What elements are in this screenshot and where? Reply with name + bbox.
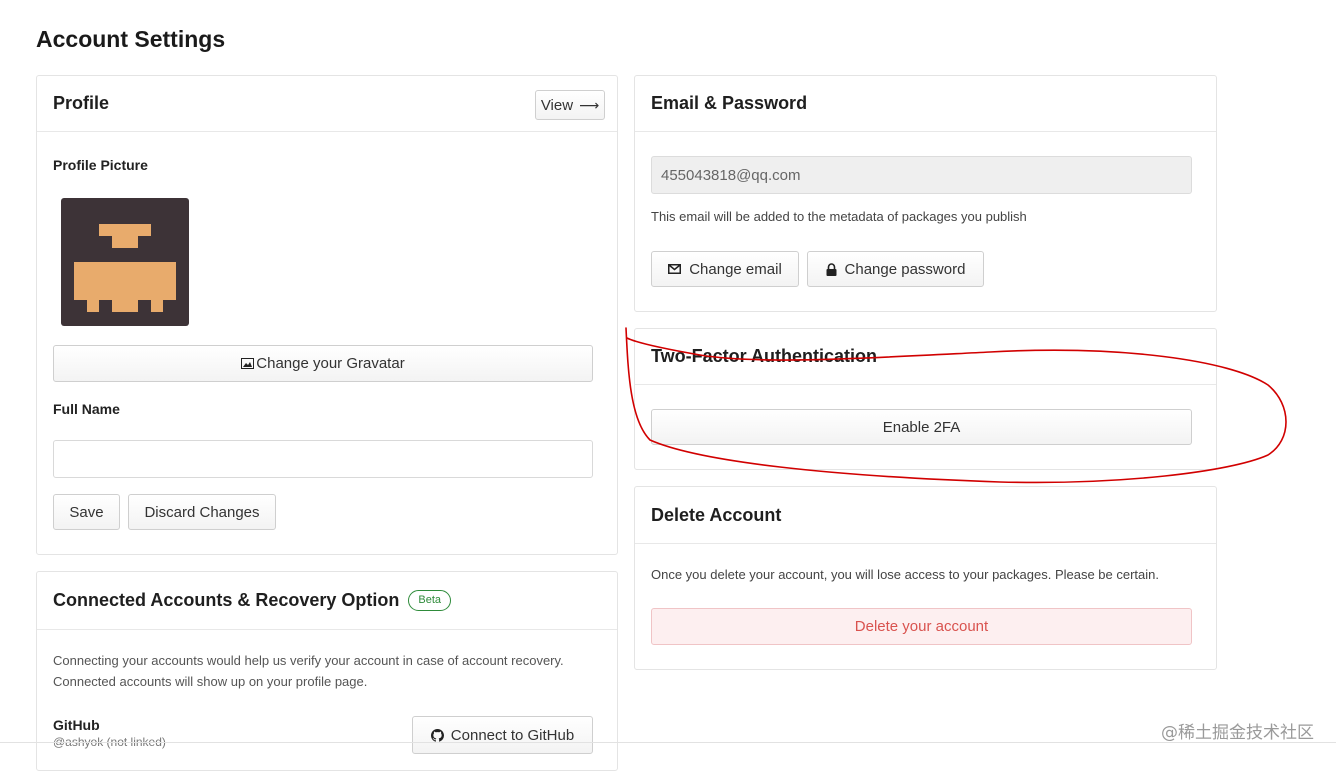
profile-card-header: Profile View ⟶ xyxy=(37,76,617,132)
connected-description-line1: Connecting your accounts would help us v… xyxy=(53,653,564,668)
connected-accounts-header: Connected Accounts & Recovery Option Bet… xyxy=(37,572,617,630)
discard-changes-label: Discard Changes xyxy=(144,503,260,521)
image-icon xyxy=(241,358,255,369)
connected-accounts-description: Connecting your accounts would help us v… xyxy=(53,650,564,692)
full-name-input[interactable] xyxy=(53,440,593,478)
profile-card: Profile View ⟶ Profile Picture Change yo… xyxy=(36,75,618,555)
profile-picture-label: Profile Picture xyxy=(53,157,148,173)
github-icon xyxy=(430,728,444,742)
discard-changes-button[interactable]: Discard Changes xyxy=(128,494,276,530)
arrow-right-icon: ⟶ xyxy=(579,96,600,113)
delete-account-label: Delete your account xyxy=(854,618,989,635)
profile-title: Profile xyxy=(53,93,110,113)
connected-accounts-title: Connected Accounts & Recovery Option xyxy=(53,590,400,610)
watermark-text: @稀土掘金技术社区 xyxy=(1161,723,1314,743)
delete-account-button[interactable]: Delete your account xyxy=(651,608,1192,645)
change-gravatar-button[interactable]: Change your Gravatar xyxy=(53,345,593,382)
view-profile-button[interactable]: View ⟶ xyxy=(535,90,605,120)
github-label: GitHub xyxy=(53,717,100,733)
change-email-button[interactable]: Change email xyxy=(651,251,799,287)
change-password-label: Change password xyxy=(844,260,966,278)
email-password-header: Email & Password xyxy=(635,76,1216,132)
connected-accounts-card: Connected Accounts & Recovery Option Bet… xyxy=(36,571,618,771)
two-factor-card: Two-Factor Authentication Enable 2FA xyxy=(634,328,1217,470)
delete-account-card: Delete Account Once you delete your acco… xyxy=(634,486,1217,670)
save-label: Save xyxy=(69,503,104,521)
beta-badge: Beta xyxy=(408,590,452,611)
delete-account-title: Delete Account xyxy=(651,504,782,525)
page-title: Account Settings xyxy=(36,26,226,52)
email-password-title: Email & Password xyxy=(651,93,808,113)
email-note: This email will be added to the metadata… xyxy=(651,209,1027,224)
enable-2fa-button[interactable]: Enable 2FA xyxy=(651,409,1192,445)
lock-icon xyxy=(826,262,837,276)
view-label: View xyxy=(540,96,574,114)
email-field[interactable] xyxy=(651,156,1192,194)
bottom-divider xyxy=(0,742,1336,743)
connected-description-line2: Connected accounts will show up on your … xyxy=(53,674,368,689)
save-button[interactable]: Save xyxy=(53,494,120,530)
delete-account-header: Delete Account xyxy=(635,487,1216,544)
change-password-button[interactable]: Change password xyxy=(807,251,984,287)
avatar xyxy=(61,198,189,326)
change-email-label: Change email xyxy=(689,260,782,278)
connect-github-button[interactable]: Connect to GitHub xyxy=(412,716,593,754)
connect-github-label: Connect to GitHub xyxy=(450,726,575,744)
enable-2fa-label: Enable 2FA xyxy=(882,418,961,436)
two-factor-header: Two-Factor Authentication xyxy=(635,329,1216,385)
delete-account-warning: Once you delete your account, you will l… xyxy=(651,567,1160,582)
email-password-card: Email & Password This email will be adde… xyxy=(634,75,1217,312)
envelope-icon xyxy=(668,264,682,274)
two-factor-title: Two-Factor Authentication xyxy=(651,346,877,366)
change-gravatar-label: Change your Gravatar xyxy=(256,355,405,372)
full-name-label: Full Name xyxy=(53,401,120,417)
